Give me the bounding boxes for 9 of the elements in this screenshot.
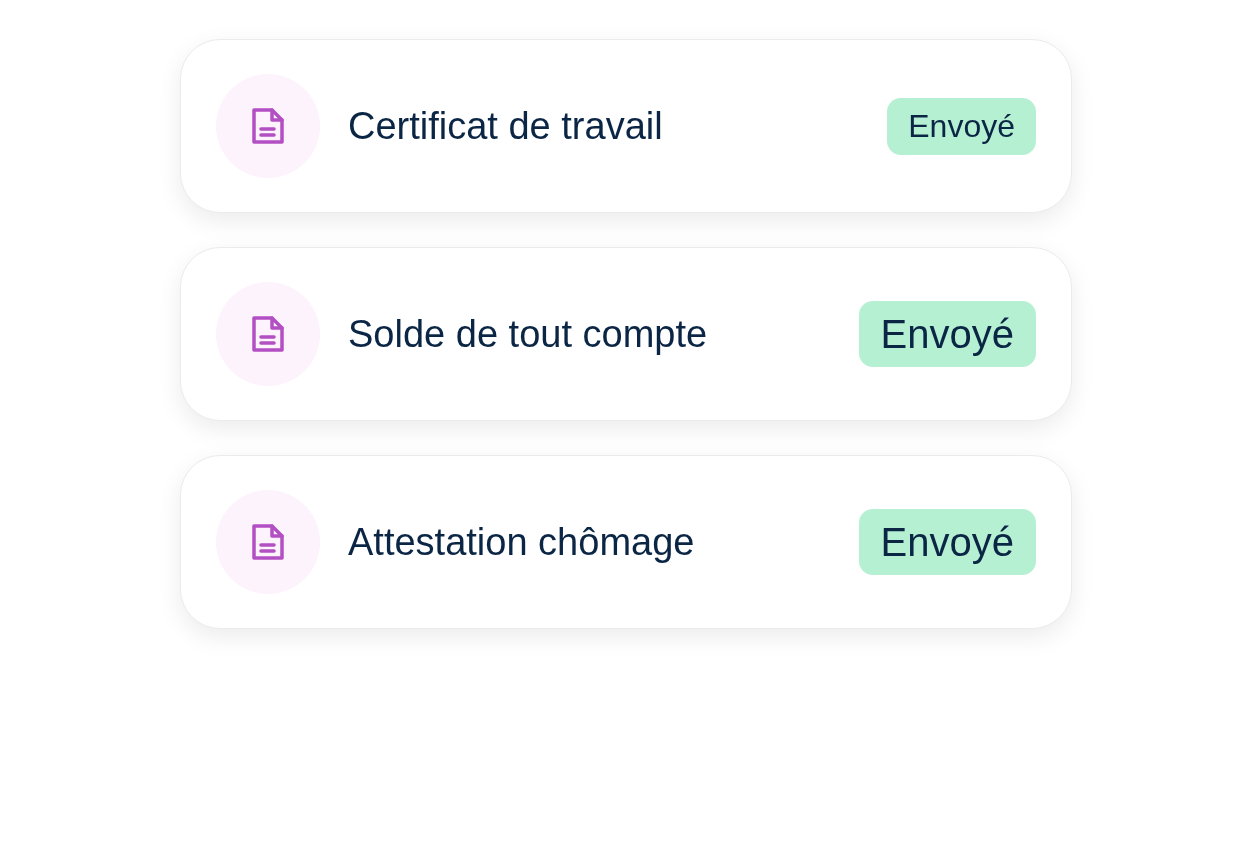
document-icon xyxy=(250,106,286,146)
status-badge: Envoyé xyxy=(858,509,1036,575)
document-title: Solde de tout compte xyxy=(348,311,709,357)
document-icon xyxy=(250,314,286,354)
document-title: Certificat de travail xyxy=(348,103,664,149)
document-title: Attestation chômage xyxy=(348,519,696,565)
document-icon xyxy=(250,522,286,562)
status-badge: Envoyé xyxy=(858,301,1036,367)
status-badge: Envoyé xyxy=(887,97,1036,155)
